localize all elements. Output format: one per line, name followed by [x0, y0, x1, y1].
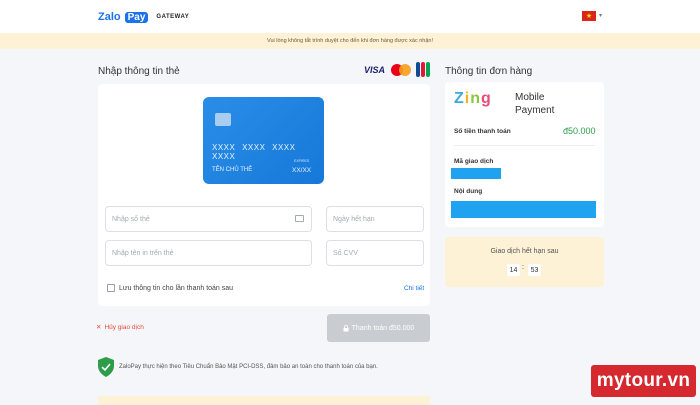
name-placeholder: Nhập tên in trên thẻ [112, 249, 174, 257]
merchant-name: Mobile Payment [515, 92, 555, 116]
expiry-placeholder: Ngày hết hạn [333, 215, 375, 223]
close-icon: ✕ [96, 324, 102, 331]
cardholder-name-input[interactable]: Nhập tên in trên thẻ [105, 240, 312, 266]
shield-icon [98, 357, 114, 377]
top-bar: Zalo Pay GATEWAY ★ ▾ [0, 0, 700, 33]
pci-notice: ZaloPay thực hiện theo Tiêu Chuẩn Bảo Mậ… [97, 356, 378, 378]
cancel-transaction-button[interactable]: ✕ Hủy giao dịch [96, 323, 144, 332]
logo-gateway: GATEWAY [156, 14, 190, 20]
card-form-panel: XXXX XXXX XXXX XXXX EXPIRES TÊN CHỦ THẺ … [98, 84, 430, 306]
pay-label: Thanh toán đ50.000 [351, 324, 415, 332]
notice-banner: Vui lòng không tắt trình duyệt cho đến k… [0, 33, 700, 49]
card-number-placeholder: Nhập số thẻ [112, 215, 150, 223]
timer-minutes: 14 [507, 264, 520, 276]
zing-logo: Zing [454, 90, 492, 107]
card-preview-holder: TÊN CHỦ THẺ [212, 167, 253, 173]
detail-link[interactable]: Chi tiết [404, 285, 424, 292]
card-brand-icons: VISA [364, 62, 430, 77]
transaction-id-label: Mã giao dịch [454, 158, 494, 165]
order-info-panel: Zing Mobile Payment Số tiền thanh toán đ… [445, 82, 604, 227]
mastercard-icon [389, 63, 413, 77]
card-form-title: Nhập thông tin thẻ [98, 66, 180, 77]
expiry-timer-label: Giao dịch hết hạn sau [490, 248, 559, 255]
content-label: Nội dung [454, 188, 483, 195]
card-preview: XXXX XXXX XXXX XXXX EXPIRES TÊN CHỦ THẺ … [203, 97, 324, 184]
amount-value: đ50.000 [563, 126, 596, 136]
vietnam-flag-icon[interactable]: ★ [582, 11, 596, 21]
cancel-label: Hủy giao dịch [104, 323, 144, 331]
logo-zalo: Zalo [98, 11, 121, 23]
pci-text: ZaloPay thực hiện theo Tiêu Chuẩn Bảo Mậ… [119, 364, 378, 370]
bottom-strip [98, 396, 430, 405]
cvv-placeholder: Số CVV [333, 249, 358, 257]
save-info-row[interactable]: Lưu thông tin cho lần thanh toán sau [107, 284, 233, 292]
amount-label: Số tiền thanh toán [454, 128, 511, 135]
card-chip-icon [215, 113, 231, 126]
save-info-label: Lưu thông tin cho lần thanh toán sau [119, 284, 234, 292]
expiry-timer-panel: Giao dịch hết hạn sau 14 53 [445, 237, 604, 287]
chevron-down-icon[interactable]: ▾ [599, 12, 602, 19]
cvv-input[interactable]: Số CVV [326, 240, 424, 266]
content-redacted [451, 201, 596, 218]
mytour-watermark: mytour.vn [591, 365, 696, 397]
visa-icon: VISA [364, 64, 386, 75]
divider [454, 145, 595, 146]
zalopay-gateway-logo: Zalo Pay GATEWAY [98, 11, 189, 23]
transaction-id-redacted [451, 168, 501, 179]
card-number-input[interactable]: Nhập số thẻ [105, 206, 312, 232]
timer-seconds: 53 [528, 264, 541, 276]
card-preview-expiry: XX/XX [292, 167, 312, 174]
pay-button[interactable]: Thanh toán đ50.000 [327, 314, 430, 342]
card-preview-expiry-label: EXPIRES [294, 159, 310, 163]
save-info-checkbox[interactable] [107, 284, 115, 292]
lock-icon [343, 324, 349, 331]
timer-separator: : [522, 264, 524, 271]
card-icon [295, 215, 304, 222]
order-info-title: Thông tin đơn hàng [445, 66, 533, 77]
jcb-icon [416, 62, 430, 77]
expiry-date-input[interactable]: Ngày hết hạn [326, 206, 424, 232]
logo-pay: Pay [124, 11, 149, 23]
notice-text: Vui lòng không tắt trình duyệt cho đến k… [266, 38, 434, 44]
